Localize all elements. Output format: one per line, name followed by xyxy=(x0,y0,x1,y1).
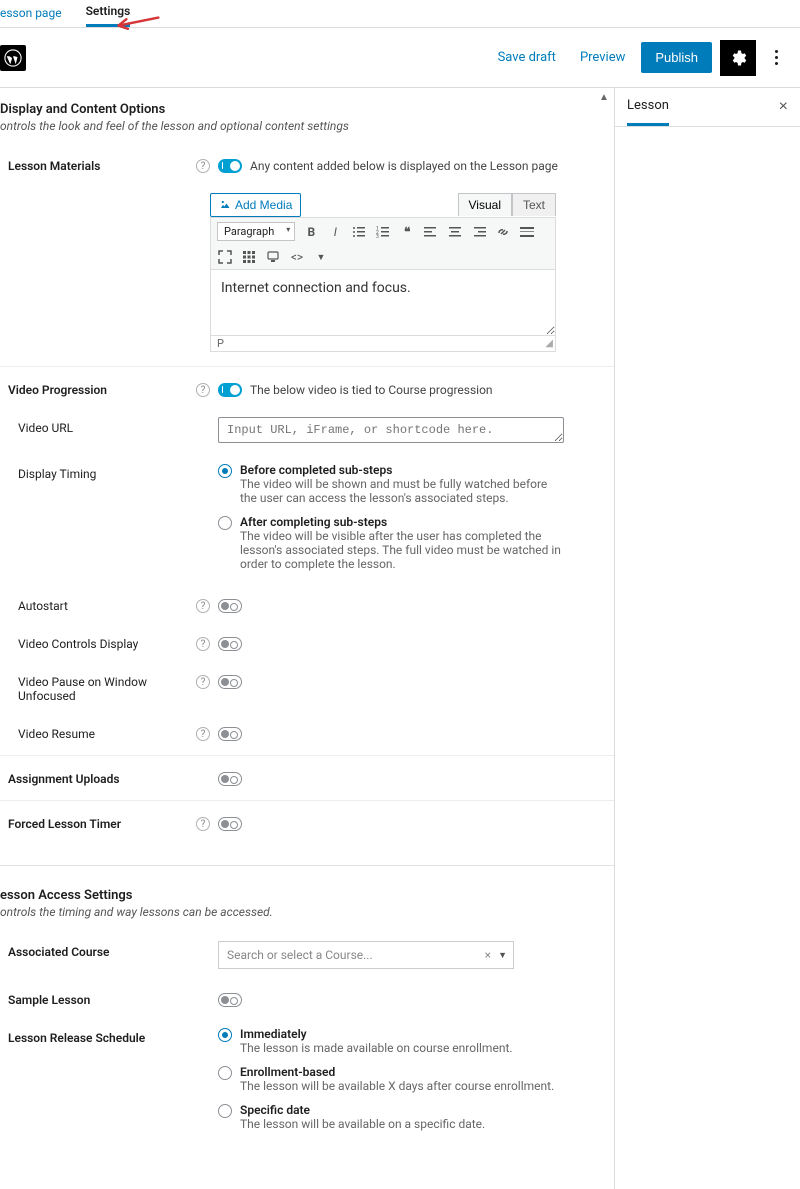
label-video-url: Video URL xyxy=(8,417,188,435)
align-left-icon[interactable] xyxy=(423,224,439,240)
label-autostart: Autostart xyxy=(8,595,188,613)
help-icon[interactable]: ? xyxy=(196,383,210,397)
add-media-button[interactable]: Add Media xyxy=(210,193,301,217)
more-options-button[interactable] xyxy=(764,40,788,76)
label-sample-lesson: Sample Lesson xyxy=(8,989,188,1007)
chevron-down-icon[interactable]: ▼ xyxy=(313,249,329,265)
close-sidebar-button[interactable]: × xyxy=(779,98,788,116)
label-assignment-uploads: Assignment Uploads xyxy=(8,768,188,786)
label-video-resume: Video Resume xyxy=(8,723,188,741)
toggle-video-pause[interactable] xyxy=(218,675,242,689)
materials-toggle-desc: Any content added below is displayed on … xyxy=(250,155,558,173)
toggle-video-progression[interactable] xyxy=(218,383,242,397)
editor-content[interactable]: Internet connection and focus. xyxy=(210,270,556,336)
wordpress-logo-icon[interactable] xyxy=(0,45,26,71)
label-forced-timer: Forced Lesson Timer xyxy=(8,813,188,831)
label-lesson-materials: Lesson Materials xyxy=(8,155,188,173)
sidebar-tab-lesson[interactable]: Lesson xyxy=(627,88,669,126)
course-placeholder: Search or select a Course... xyxy=(227,948,373,962)
help-icon[interactable]: ? xyxy=(196,599,210,613)
toggle-forced-timer[interactable] xyxy=(218,817,242,831)
radio-before-desc: The video will be shown and must be full… xyxy=(240,477,564,505)
label-associated-course: Associated Course xyxy=(8,941,188,959)
radio-after-substeps[interactable] xyxy=(218,516,232,530)
collapse-caret-icon[interactable]: ▲ xyxy=(599,92,609,103)
help-icon[interactable]: ? xyxy=(196,727,210,741)
format-select[interactable]: Paragraph xyxy=(217,222,295,241)
radio-immediate-desc: The lesson is made available on course e… xyxy=(240,1041,513,1055)
radio-date-desc: The lesson will be available on a specif… xyxy=(240,1117,485,1131)
radio-before-title: Before completed sub-steps xyxy=(240,463,564,477)
help-icon[interactable]: ? xyxy=(196,817,210,831)
section-display-title: Display and Content Options xyxy=(0,88,614,119)
settings-gear-button[interactable] xyxy=(720,40,756,76)
source-code-icon[interactable]: <> xyxy=(289,249,305,265)
toggle-video-resume[interactable] xyxy=(218,727,242,741)
tab-settings[interactable]: Settings xyxy=(86,0,131,27)
radio-date-title: Specific date xyxy=(240,1103,485,1117)
help-icon[interactable]: ? xyxy=(196,159,210,173)
clear-course-icon[interactable]: × xyxy=(485,948,491,962)
italic-icon[interactable]: I xyxy=(327,224,343,240)
link-icon[interactable] xyxy=(495,224,511,240)
radio-before-substeps[interactable] xyxy=(218,464,232,478)
align-right-icon[interactable] xyxy=(471,224,487,240)
bold-icon[interactable]: B xyxy=(303,224,319,240)
publish-button[interactable]: Publish xyxy=(641,42,712,73)
label-video-controls: Video Controls Display xyxy=(8,633,188,651)
radio-immediately[interactable] xyxy=(218,1028,232,1042)
associated-course-select[interactable]: Search or select a Course... × ▼ xyxy=(218,941,514,969)
numbered-list-icon[interactable]: 123 xyxy=(375,224,391,240)
settings-sidebar: ▲ Lesson × xyxy=(615,88,800,1189)
device-icon[interactable] xyxy=(265,249,281,265)
radio-enrollment-title: Enrollment-based xyxy=(240,1065,554,1079)
help-icon[interactable]: ? xyxy=(196,675,210,689)
toggle-video-controls[interactable] xyxy=(218,637,242,651)
chevron-down-icon[interactable]: ▼ xyxy=(498,950,507,961)
radio-immediate-title: Immediately xyxy=(240,1027,513,1041)
svg-text:3: 3 xyxy=(376,234,379,239)
toggle-autostart[interactable] xyxy=(218,599,242,613)
video-toggle-desc: The below video is tied to Course progre… xyxy=(250,379,493,397)
editor-tab-text[interactable]: Text xyxy=(512,193,556,216)
section-access-subtitle: ontrols the timing and way lessons can b… xyxy=(0,905,614,935)
tinymce-toolbar: Paragraph B I 123 ❝ <> xyxy=(210,217,556,270)
section-access-title: esson Access Settings xyxy=(0,874,614,905)
radio-enrollment-based[interactable] xyxy=(218,1066,232,1080)
help-icon[interactable]: ? xyxy=(196,637,210,651)
blockquote-icon[interactable]: ❝ xyxy=(399,224,415,240)
toggle-assignment-uploads[interactable] xyxy=(218,772,242,786)
bullet-list-icon[interactable] xyxy=(351,224,367,240)
radio-after-title: After completing sub-steps xyxy=(240,515,564,529)
label-video-pause: Video Pause on Window Unfocused xyxy=(8,671,188,703)
label-release-schedule: Lesson Release Schedule xyxy=(8,1027,188,1045)
editor-tab-visual[interactable]: Visual xyxy=(458,193,512,216)
video-url-input[interactable] xyxy=(218,417,564,443)
toolbar-toggle-icon[interactable] xyxy=(241,249,257,265)
materials-editor: Add Media VisualText Paragraph B I 123 ❝ xyxy=(210,193,556,352)
align-center-icon[interactable] xyxy=(447,224,463,240)
label-video-progression: Video Progression xyxy=(8,379,188,397)
insert-more-icon[interactable] xyxy=(519,224,535,240)
toggle-lesson-materials[interactable] xyxy=(218,159,242,173)
tab-lesson-page[interactable]: esson page xyxy=(0,2,62,26)
section-display-subtitle: ontrols the look and feel of the lesson … xyxy=(0,119,614,149)
page-tabs: esson page Settings xyxy=(0,0,800,28)
fullscreen-icon[interactable] xyxy=(217,249,233,265)
preview-link[interactable]: Preview xyxy=(572,44,633,71)
radio-after-desc: The video will be visible after the user… xyxy=(240,529,564,571)
radio-enrollment-desc: The lesson will be available X days afte… xyxy=(240,1079,554,1093)
row-lesson-materials: Lesson Materials ? Any content added bel… xyxy=(0,149,614,187)
editor-toolbar: Save draft Preview Publish xyxy=(0,28,800,88)
radio-specific-date[interactable] xyxy=(218,1104,232,1118)
label-display-timing: Display Timing xyxy=(8,463,188,481)
editor-path: P◢ xyxy=(210,336,556,352)
save-draft-link[interactable]: Save draft xyxy=(490,44,564,71)
